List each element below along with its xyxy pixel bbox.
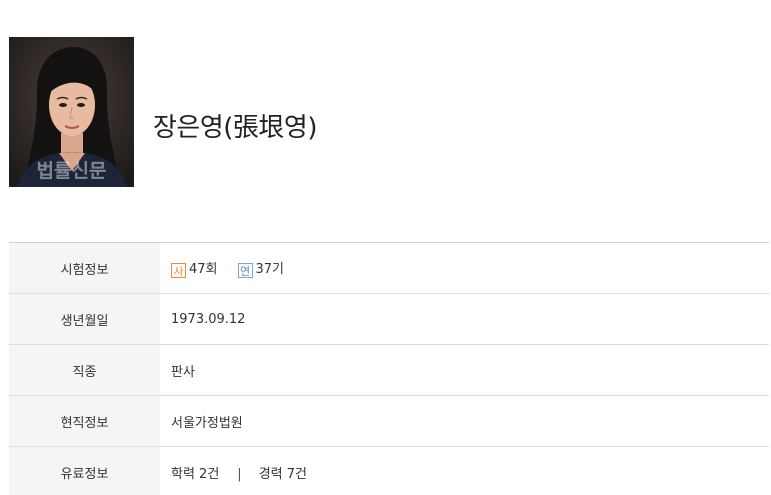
training-badge: 연	[237, 263, 253, 278]
row-label: 유료정보	[9, 446, 160, 495]
training-value: 37기	[255, 262, 285, 277]
profile-page: 법률신문 장은영(張垠영) 시험정보 사 47회 연 37기 생년월일 1973.09…	[0, 0, 771, 495]
bar-exam-value: 47회	[189, 262, 218, 277]
paid-info-cell: 학력 2건 | 경력 7건	[160, 446, 769, 495]
bar-exam-badge: 사	[171, 263, 186, 278]
career-link[interactable]: 경력 7건	[259, 467, 307, 482]
occupation-value: 판사	[160, 344, 769, 396]
table-row-current-position: 현직정보 서울가정법원	[9, 395, 769, 447]
table-row-exam-info: 시험정보 사 47회 연 37기	[9, 242, 769, 294]
row-label: 현직정보	[9, 395, 160, 447]
row-label: 생년월일	[9, 293, 160, 345]
current-position-value: 서울가정법원	[160, 395, 769, 447]
exam-info-cell: 사 47회 연 37기	[160, 242, 769, 294]
row-label: 시험정보	[9, 242, 160, 294]
birthdate-value: 1973.09.12	[160, 293, 769, 345]
profile-info-table: 시험정보 사 47회 연 37기 생년월일 1973.09.12 직종 판사 현직정보…	[9, 242, 769, 495]
education-link[interactable]: 학력 2건	[171, 467, 219, 482]
table-row-occupation: 직종 판사	[9, 344, 769, 396]
row-label: 직종	[9, 344, 160, 396]
separator: |	[237, 466, 242, 482]
exam-bar-exam: 사 47회	[171, 258, 218, 278]
photo-watermark: 법률신문	[36, 160, 107, 182]
profile-photo: 법률신문	[9, 37, 134, 187]
person-name: 장은영(張垠영)	[153, 113, 317, 143]
table-row-paid-info: 유료정보 학력 2건 | 경력 7건	[9, 446, 769, 495]
exam-training-institute: 연 37기	[237, 258, 285, 278]
table-row-birthdate: 생년월일 1973.09.12	[9, 293, 769, 345]
